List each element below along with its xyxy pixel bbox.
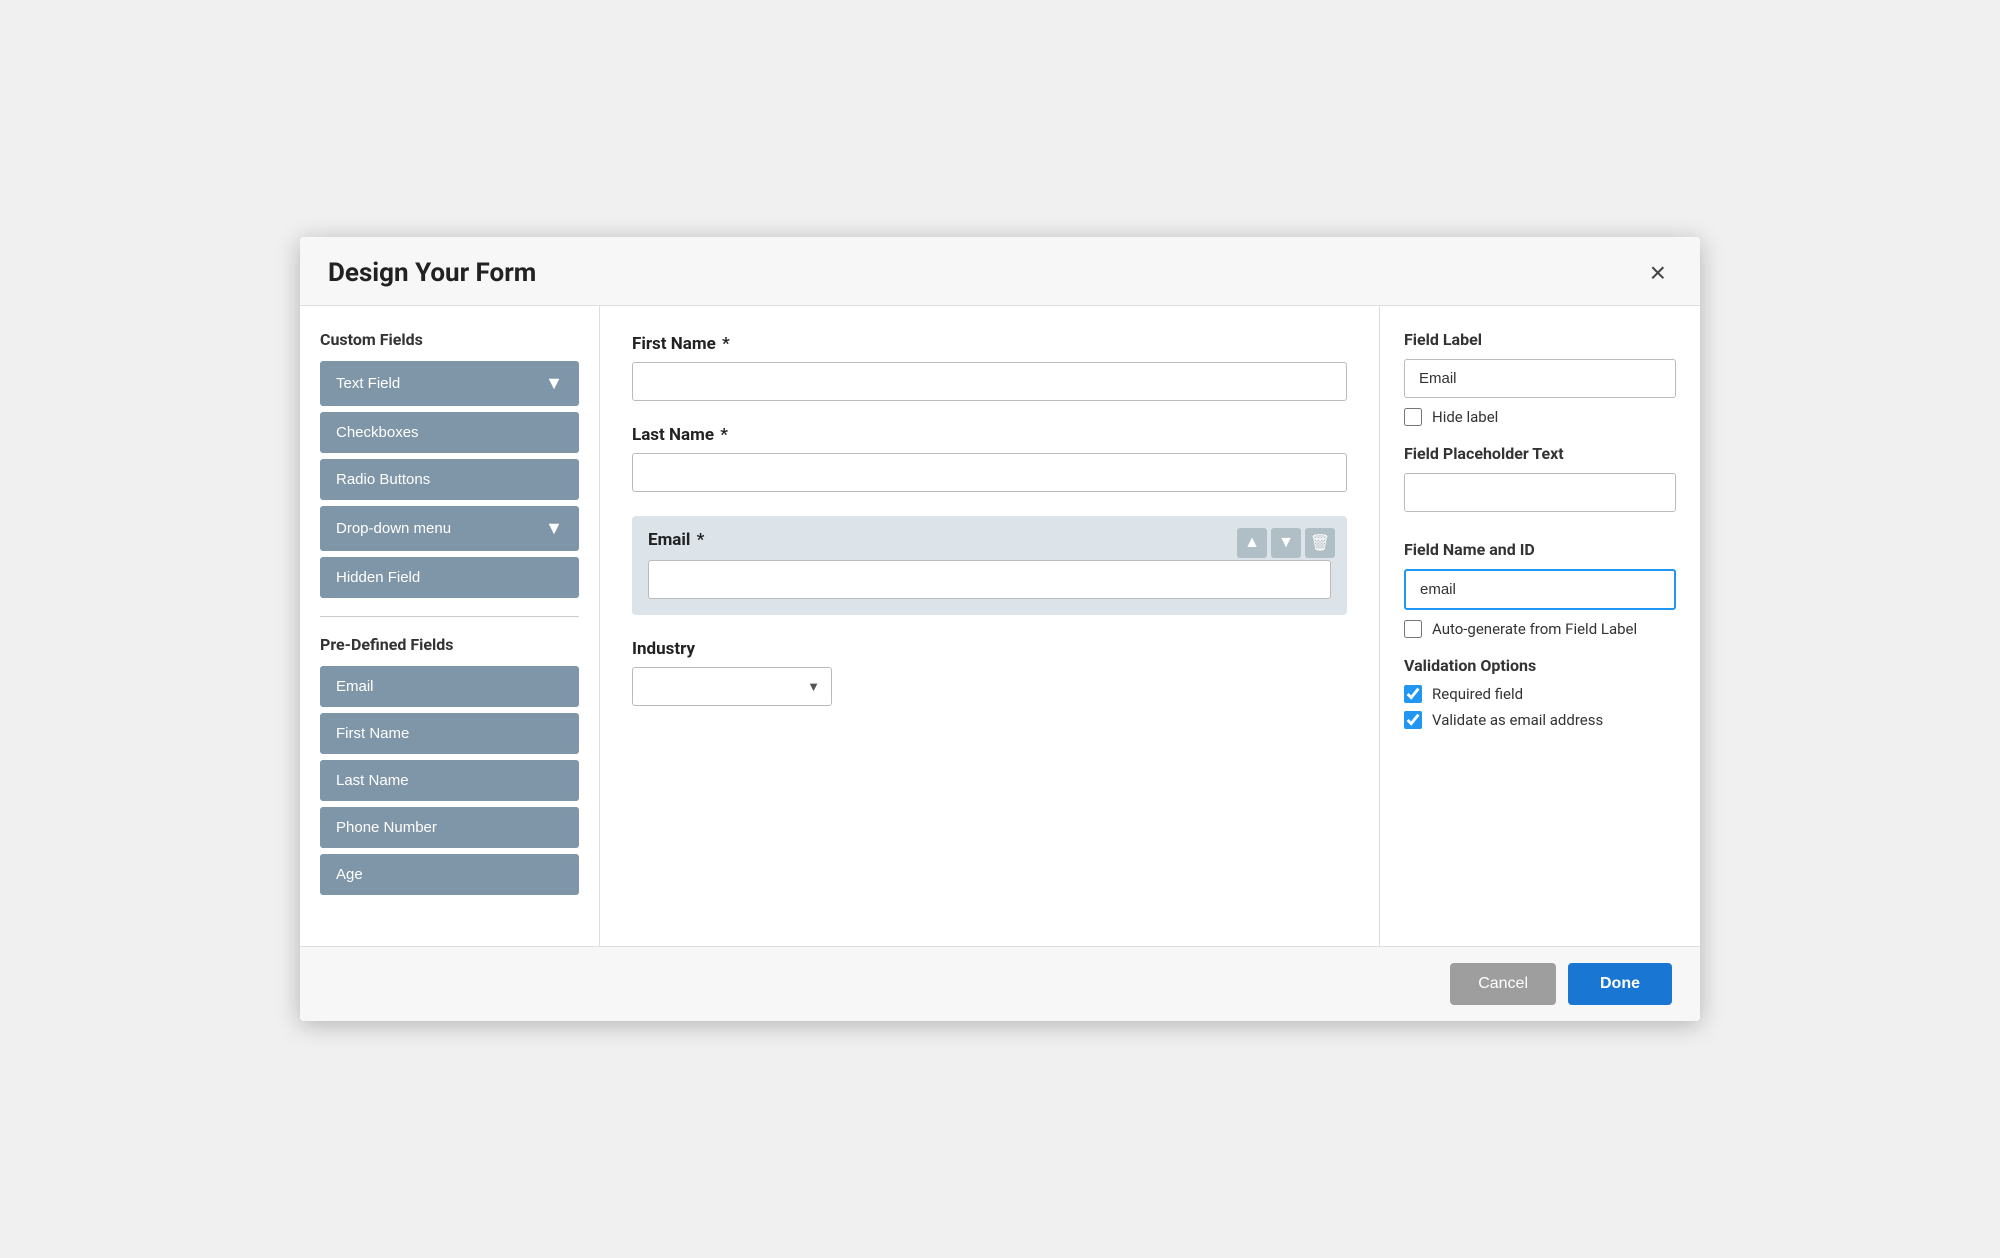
validate-email-row: Validate as email address — [1404, 711, 1676, 729]
validation-section: Validation Options Required field Valida… — [1404, 656, 1676, 729]
chevron-down-icon: ▼ — [545, 518, 563, 539]
last-name-label: Last Name * — [632, 425, 1347, 445]
field-name-section: Field Name and ID Auto-generate from Fie… — [1404, 540, 1676, 638]
last-name-input[interactable] — [632, 453, 1347, 492]
email-field-card: Email * ▲ ▼ 🗑 — [632, 516, 1347, 615]
auto-generate-row: Auto-generate from Field Label — [1404, 620, 1676, 638]
field-btn-hidden-field[interactable]: Hidden Field — [320, 557, 579, 598]
done-button[interactable]: Done — [1568, 963, 1672, 1005]
validation-title: Validation Options — [1404, 656, 1676, 675]
validate-email-checkbox[interactable] — [1404, 711, 1422, 729]
field-btn-first-name[interactable]: First Name — [320, 713, 579, 754]
dialog-body: Custom Fields Text Field ▼ Checkboxes Ra… — [300, 306, 1700, 946]
placeholder-title: Field Placeholder Text — [1404, 444, 1676, 463]
design-form-dialog: Design Your Form × Custom Fields Text Fi… — [300, 237, 1700, 1021]
auto-generate-checkbox[interactable] — [1404, 620, 1422, 638]
dialog-header: Design Your Form × — [300, 237, 1700, 306]
move-down-button[interactable]: ▼ — [1271, 528, 1301, 558]
email-label: Email * — [648, 530, 1331, 550]
field-btn-phone-number[interactable]: Phone Number — [320, 807, 579, 848]
field-btn-label: Last Name — [336, 772, 409, 789]
field-label-title: Field Label — [1404, 330, 1676, 349]
card-actions: ▲ ▼ 🗑 — [1237, 528, 1335, 558]
hide-label-row: Hide label — [1404, 408, 1676, 426]
custom-fields-title: Custom Fields — [320, 330, 579, 349]
close-button[interactable]: × — [1644, 257, 1672, 289]
industry-dropdown-wrapper — [632, 667, 832, 706]
field-btn-email[interactable]: Email — [320, 666, 579, 707]
move-up-button[interactable]: ▲ — [1237, 528, 1267, 558]
field-btn-label: Checkboxes — [336, 424, 419, 441]
industry-label: Industry — [632, 639, 1347, 659]
field-btn-last-name[interactable]: Last Name — [320, 760, 579, 801]
first-name-group: First Name * — [632, 334, 1347, 401]
validate-email-text: Validate as email address — [1432, 711, 1603, 729]
field-btn-radio-buttons[interactable]: Radio Buttons — [320, 459, 579, 500]
delete-button[interactable]: 🗑 — [1305, 528, 1335, 558]
required-asterisk: * — [697, 530, 705, 550]
industry-select[interactable] — [632, 667, 832, 706]
field-name-title: Field Name and ID — [1404, 540, 1676, 559]
left-panel: Custom Fields Text Field ▼ Checkboxes Ra… — [300, 306, 600, 946]
field-btn-label: Text Field — [336, 375, 400, 392]
dialog-title: Design Your Form — [328, 258, 536, 288]
center-panel: First Name * Last Name * Email * — [600, 306, 1380, 946]
auto-generate-text: Auto-generate from Field Label — [1432, 620, 1637, 638]
hide-label-checkbox[interactable] — [1404, 408, 1422, 426]
field-label-input[interactable] — [1404, 359, 1676, 398]
field-btn-text-field[interactable]: Text Field ▼ — [320, 361, 579, 406]
field-btn-age[interactable]: Age — [320, 854, 579, 895]
first-name-label: First Name * — [632, 334, 1347, 354]
field-name-input[interactable] — [1404, 569, 1676, 610]
predefined-fields-title: Pre-Defined Fields — [320, 635, 579, 654]
industry-group: Industry — [632, 639, 1347, 706]
field-btn-label: Radio Buttons — [336, 471, 430, 488]
cancel-button[interactable]: Cancel — [1450, 963, 1556, 1005]
field-btn-dropdown-menu[interactable]: Drop-down menu ▼ — [320, 506, 579, 551]
right-panel: Field Label Hide label Field Placeholder… — [1380, 306, 1700, 946]
last-name-group: Last Name * — [632, 425, 1347, 492]
divider — [320, 616, 579, 617]
required-field-text: Required field — [1432, 685, 1523, 703]
placeholder-section: Field Placeholder Text — [1404, 444, 1676, 522]
chevron-down-icon: ▼ — [545, 373, 563, 394]
field-btn-label: Phone Number — [336, 819, 437, 836]
field-btn-label: First Name — [336, 725, 409, 742]
field-btn-checkboxes[interactable]: Checkboxes — [320, 412, 579, 453]
required-field-row: Required field — [1404, 685, 1676, 703]
dialog-footer: Cancel Done — [300, 946, 1700, 1021]
placeholder-input[interactable] — [1404, 473, 1676, 512]
required-field-checkbox[interactable] — [1404, 685, 1422, 703]
hide-label-text: Hide label — [1432, 408, 1498, 426]
field-btn-label: Drop-down menu — [336, 520, 451, 537]
field-btn-label: Age — [336, 866, 363, 883]
required-asterisk: * — [722, 334, 730, 354]
field-label-section: Field Label Hide label — [1404, 330, 1676, 426]
field-btn-label: Email — [336, 678, 374, 695]
field-btn-label: Hidden Field — [336, 569, 420, 586]
first-name-input[interactable] — [632, 362, 1347, 401]
required-asterisk: * — [720, 425, 728, 445]
email-input[interactable] — [648, 560, 1331, 599]
